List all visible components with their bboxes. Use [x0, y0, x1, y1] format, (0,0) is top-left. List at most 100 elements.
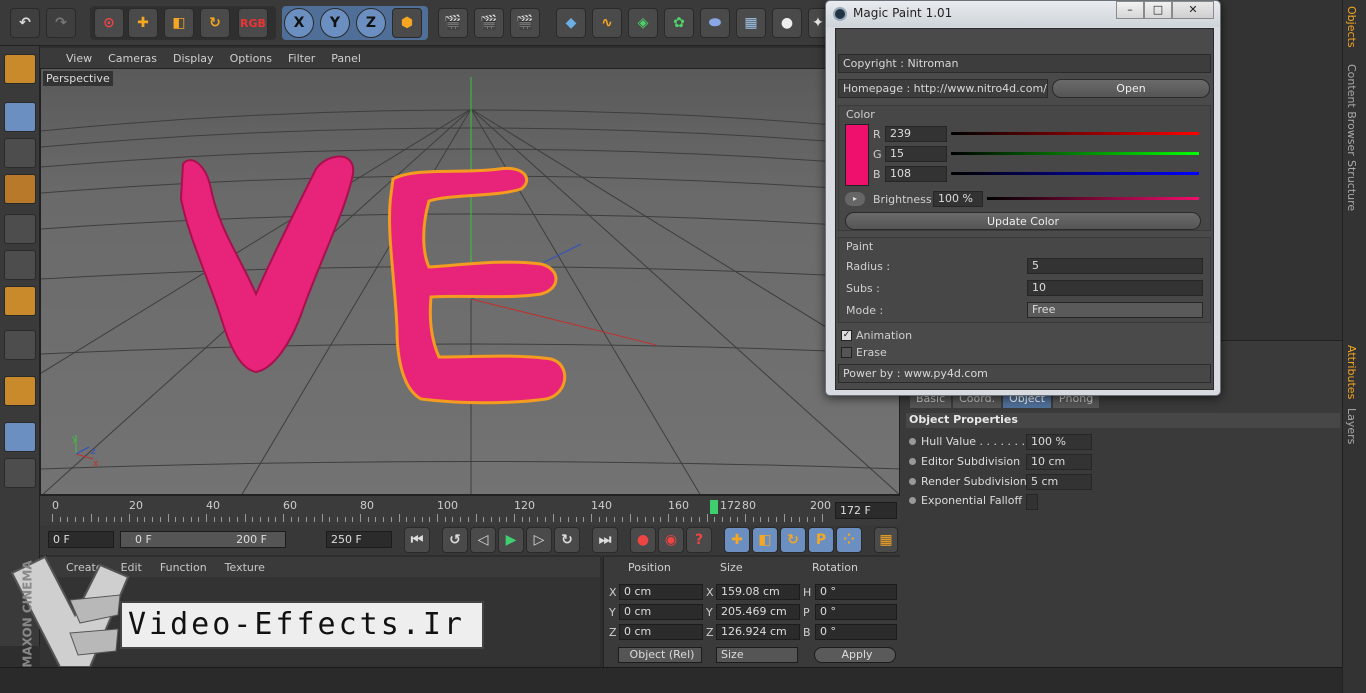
snap-icon[interactable]: [4, 376, 36, 406]
frame-range-slider[interactable]: 0 F 200 F: [120, 531, 286, 548]
select-tool-icon[interactable]: ⊙: [94, 8, 124, 38]
axis-mode-icon[interactable]: [4, 330, 36, 360]
model-mode-icon[interactable]: [4, 102, 36, 132]
scale-tool-icon[interactable]: ◧: [164, 8, 194, 38]
undo-icon[interactable]: ↶: [10, 8, 40, 38]
array-icon[interactable]: ✿: [664, 8, 694, 38]
timeline-playhead[interactable]: [710, 500, 719, 514]
goto-start-icon[interactable]: ⏮: [404, 527, 430, 553]
axis-z-button[interactable]: Z: [356, 8, 386, 38]
size-mode-dropdown[interactable]: Size: [716, 647, 798, 663]
render-picture-icon[interactable]: 🎬: [474, 8, 504, 38]
animate-dot-icon[interactable]: [909, 497, 916, 504]
r-slider[interactable]: [951, 132, 1199, 135]
key-parameter-icon[interactable]: P: [808, 527, 834, 553]
camera-icon[interactable]: ●: [772, 8, 802, 38]
autokey-icon[interactable]: ◉: [658, 527, 684, 553]
radius-field[interactable]: 5: [1027, 258, 1203, 274]
apply-button[interactable]: Apply: [814, 647, 896, 663]
key-rotation-icon[interactable]: ↻: [780, 527, 806, 553]
keyframe-help-icon[interactable]: ?: [686, 527, 712, 553]
make-editable-icon[interactable]: [4, 54, 36, 84]
move-tool-icon[interactable]: ✚: [128, 8, 158, 38]
open-button[interactable]: Open: [1052, 79, 1210, 98]
next-frame-icon[interactable]: ▷: [526, 527, 552, 553]
brightness-field[interactable]: 100 %: [933, 191, 983, 207]
side-tab-layers[interactable]: Layers: [1345, 408, 1358, 444]
goto-end-icon[interactable]: ⏭: [592, 527, 618, 553]
b-slider[interactable]: [951, 172, 1199, 175]
key-scale-icon[interactable]: ◧: [752, 527, 778, 553]
maximize-icon[interactable]: □: [1144, 1, 1172, 19]
perspective-viewport[interactable]: y x z: [40, 68, 900, 495]
prev-key-icon[interactable]: ↺: [442, 527, 468, 553]
cube-icon[interactable]: ◆: [556, 8, 586, 38]
animate-dot-icon[interactable]: [909, 438, 916, 445]
rot-b-field[interactable]: 0 °: [815, 624, 897, 640]
rotate-tool-icon[interactable]: ↻: [200, 8, 230, 38]
menu-filter[interactable]: Filter: [288, 52, 315, 65]
animate-dot-icon[interactable]: [909, 458, 916, 465]
size-z-field[interactable]: 126.924 cm: [716, 624, 800, 640]
polygons-mode-icon[interactable]: [4, 286, 36, 316]
b-value-field[interactable]: 108: [885, 166, 947, 182]
edges-mode-icon[interactable]: [4, 250, 36, 280]
side-tab-content-browser[interactable]: Content Browser: [1345, 64, 1358, 156]
side-tab-structure[interactable]: Structure: [1345, 160, 1358, 211]
rot-h-field[interactable]: 0 °: [815, 584, 897, 600]
menu-texture[interactable]: Texture: [225, 561, 265, 574]
menu-view[interactable]: View: [66, 52, 92, 65]
side-tab-objects[interactable]: Objects: [1345, 6, 1358, 48]
key-position-icon[interactable]: ✚: [724, 527, 750, 553]
timeline-window-icon[interactable]: ▦: [874, 527, 898, 553]
side-tab-attributes[interactable]: Attributes: [1345, 345, 1358, 399]
editor-subdivision-field[interactable]: 10 cm: [1026, 454, 1092, 470]
record-icon[interactable]: ●: [630, 527, 656, 553]
erase-checkbox[interactable]: [841, 347, 852, 358]
close-icon[interactable]: ✕: [1172, 1, 1214, 19]
deformer-icon[interactable]: ⬬: [700, 8, 730, 38]
menu-cameras[interactable]: Cameras: [108, 52, 157, 65]
size-x-field[interactable]: 159.08 cm: [716, 584, 800, 600]
animate-dot-icon[interactable]: [909, 478, 916, 485]
minimize-icon[interactable]: –: [1116, 1, 1144, 19]
axis-y-button[interactable]: Y: [320, 8, 350, 38]
menu-function[interactable]: Function: [160, 561, 207, 574]
menu-panel[interactable]: Panel: [331, 52, 361, 65]
pos-y-field[interactable]: 0 cm: [619, 604, 703, 620]
texture-mode-icon[interactable]: [4, 138, 36, 168]
play-icon[interactable]: ▶: [498, 527, 524, 553]
redo-icon[interactable]: ↷: [46, 8, 76, 38]
animation-checkbox[interactable]: ✓: [841, 330, 852, 341]
g-slider[interactable]: [951, 152, 1199, 155]
brightness-slider[interactable]: [987, 197, 1199, 200]
pos-x-field[interactable]: 0 cm: [619, 584, 703, 600]
mode-dropdown[interactable]: Free: [1027, 302, 1203, 318]
start-frame-field[interactable]: 0 F: [48, 531, 114, 548]
timeline[interactable]: 0 20 40 60 80 100 120 140 160 172 80 200 172 F: [40, 495, 900, 525]
next-key-icon[interactable]: ↻: [554, 527, 580, 553]
prev-frame-icon[interactable]: ◁: [470, 527, 496, 553]
planar-workplane-icon[interactable]: [4, 458, 36, 488]
menu-options[interactable]: Options: [230, 52, 272, 65]
rgb-button[interactable]: RGB: [238, 8, 268, 38]
key-pla-icon[interactable]: ⁘: [836, 527, 862, 553]
update-color-button[interactable]: Update Color: [845, 212, 1201, 230]
brightness-expand-icon[interactable]: ▸: [845, 192, 865, 206]
subs-field[interactable]: 10: [1027, 280, 1203, 296]
coordinate-system-icon[interactable]: ⬢: [392, 8, 422, 38]
render-settings-icon[interactable]: 🎬: [510, 8, 540, 38]
floor-icon[interactable]: ▦: [736, 8, 766, 38]
menu-display[interactable]: Display: [173, 52, 214, 65]
axis-x-button[interactable]: X: [284, 8, 314, 38]
r-value-field[interactable]: 239: [885, 126, 947, 142]
size-y-field[interactable]: 205.469 cm: [716, 604, 800, 620]
spline-icon[interactable]: ∿: [592, 8, 622, 38]
g-value-field[interactable]: 15: [885, 146, 947, 162]
current-frame-field[interactable]: 172 F: [835, 502, 897, 519]
coord-mode-dropdown[interactable]: Object (Rel): [618, 647, 702, 663]
points-mode-icon[interactable]: [4, 214, 36, 244]
exponential-falloff-checkbox[interactable]: [1026, 494, 1038, 510]
pos-z-field[interactable]: 0 cm: [619, 624, 703, 640]
end-frame-field[interactable]: 250 F: [326, 531, 392, 548]
